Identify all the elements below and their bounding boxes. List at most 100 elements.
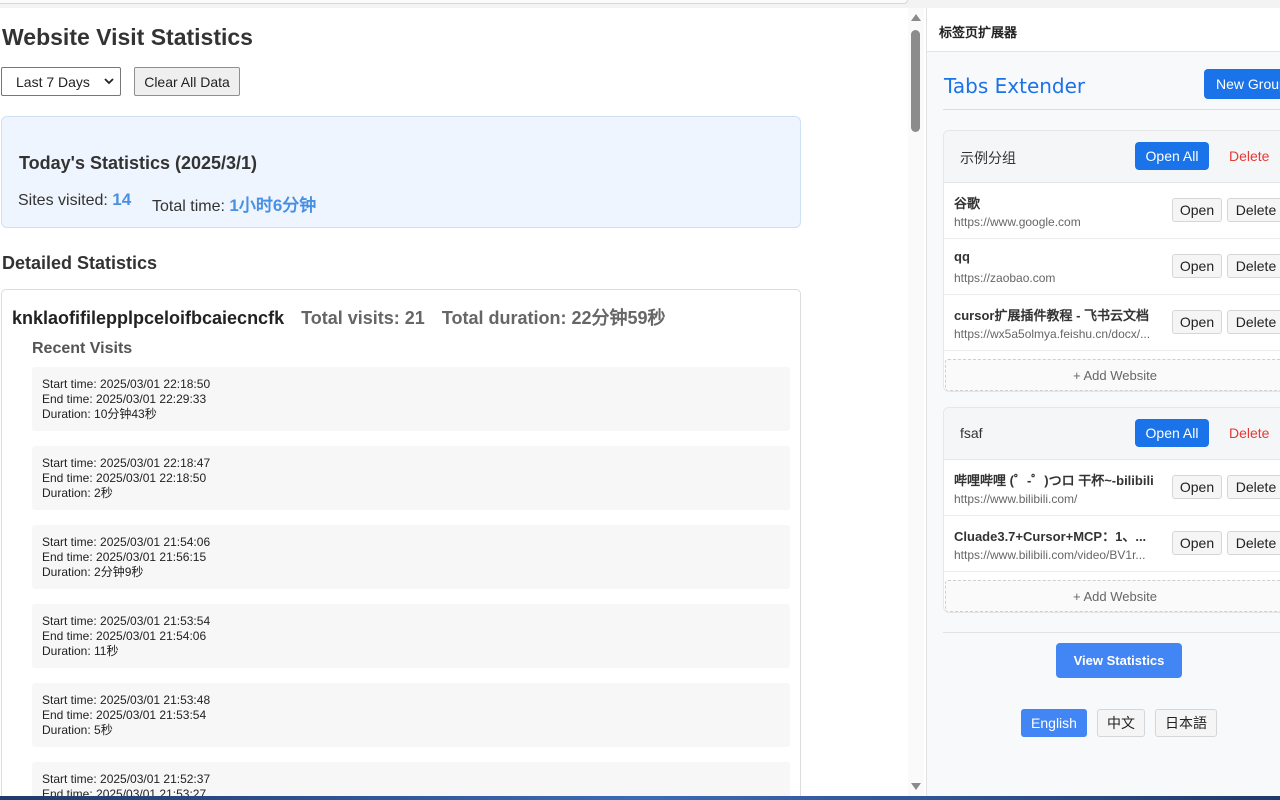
page-title: Website Visit Statistics	[2, 24, 253, 50]
site-title: Cluade3.7+Cursor+MCP：1、...	[954, 529, 1147, 544]
scroll-up-arrow-icon[interactable]	[911, 14, 921, 21]
group-header: fsaf Open All Delete	[944, 408, 1280, 460]
visit-item: Start time: 2025/03/01 21:54:06 End time…	[32, 525, 790, 589]
section-divider	[943, 632, 1280, 633]
language-japanese-button[interactable]: 日本語	[1155, 709, 1217, 737]
delete-site-button[interactable]: Delete	[1227, 254, 1280, 278]
site-title: 谷歌	[954, 196, 981, 211]
visit-end: End time: 2025/03/01 21:53:54	[42, 708, 207, 722]
scroll-down-arrow-icon[interactable]	[911, 783, 921, 790]
site-id: knklaofifilepplpceloifbcaiecncfk	[12, 308, 285, 328]
group-site-row: cursor扩展插件教程 - 飞书云文档 https://wx5a5olmya.…	[944, 295, 1280, 351]
today-statistics-card: Today's Statistics (2025/3/1) Sites visi…	[1, 116, 801, 228]
visit-end: End time: 2025/03/01 22:18:50	[42, 471, 207, 485]
view-statistics-button[interactable]: View Statistics	[1056, 643, 1182, 678]
total-time-label: Total time:	[152, 198, 230, 215]
taskbar-edge	[0, 796, 1280, 800]
open-site-button[interactable]: Open	[1172, 310, 1222, 334]
visit-item: Start time: 2025/03/01 22:18:47 End time…	[32, 446, 790, 510]
total-time-value: 1小时6分钟	[229, 196, 317, 215]
tab-edge	[0, 0, 908, 4]
site-url: https://wx5a5olmya.feishu.cn/docx/...	[954, 327, 1151, 341]
site-url: https://www.bilibili.com/	[954, 492, 1078, 506]
open-all-button[interactable]: Open All	[1135, 142, 1209, 170]
visit-item: Start time: 2025/03/01 22:18:50 End time…	[32, 367, 790, 431]
open-site-button[interactable]: Open	[1172, 475, 1222, 499]
chevron-down-icon	[104, 78, 114, 85]
tab-group: 示例分组 Open All Delete 谷歌 https://www.goog…	[943, 130, 1280, 392]
delete-site-button[interactable]: Delete	[1227, 531, 1280, 555]
visit-end: End time: 2025/03/01 21:56:15	[42, 550, 207, 564]
clear-all-data-button[interactable]: Clear All Data	[134, 67, 240, 96]
language-chinese-button[interactable]: 中文	[1097, 709, 1145, 737]
date-range-select[interactable]: Last 7 Days	[1, 67, 121, 96]
new-group-button[interactable]: New Group	[1204, 69, 1280, 99]
visit-start: Start time: 2025/03/01 22:18:47	[42, 456, 211, 470]
site-title: cursor扩展插件教程 - 飞书云文档	[954, 308, 1150, 323]
delete-group-button[interactable]: Delete	[1229, 425, 1269, 441]
open-site-button[interactable]: Open	[1172, 254, 1222, 278]
site-title: qq	[954, 249, 970, 264]
visit-end: End time: 2025/03/01 22:29:33	[42, 392, 207, 406]
visit-duration: Duration: 10分钟43秒	[42, 407, 157, 421]
visit-start: Start time: 2025/03/01 22:18:50	[42, 377, 211, 391]
site-stat-card: knklaofifilepplpceloifbcaiecncfk Total v…	[1, 289, 801, 796]
total-time: Total time: 1小时6分钟	[152, 191, 316, 216]
delete-group-button[interactable]: Delete	[1229, 148, 1269, 164]
page-scrollbar[interactable]	[908, 8, 924, 796]
delete-site-button[interactable]: Delete	[1227, 310, 1280, 334]
visit-duration: Duration: 11秒	[42, 644, 119, 658]
side-panel-title: 标签页扩展器	[939, 25, 1018, 40]
site-url: https://zaobao.com	[954, 271, 1056, 285]
visit-item: Start time: 2025/03/01 21:53:48 End time…	[32, 683, 790, 747]
visit-duration: Duration: 2分钟9秒	[42, 565, 144, 579]
visit-end: End time: 2025/03/01 21:53:27	[42, 787, 207, 796]
group-site-row: Cluade3.7+Cursor+MCP：1、... https://www.b…	[944, 516, 1280, 572]
visit-duration: Duration: 5秒	[42, 723, 113, 737]
visit-start: Start time: 2025/03/01 21:53:48	[42, 693, 211, 707]
open-site-button[interactable]: Open	[1172, 198, 1222, 222]
add-website-button[interactable]: + Add Website	[945, 580, 1280, 612]
visit-start: Start time: 2025/03/01 21:53:54	[42, 614, 211, 628]
open-site-button[interactable]: Open	[1172, 531, 1222, 555]
group-site-row: 哔哩哔哩 (゜-゜)つロ 干杯~-bilibili https://www.bi…	[944, 460, 1280, 516]
total-visits: Total visits: 21	[301, 308, 425, 328]
date-range-value: Last 7 Days	[16, 74, 90, 90]
add-website-button[interactable]: + Add Website	[945, 359, 1280, 391]
group-site-row: 谷歌 https://www.google.com Open Delete	[944, 183, 1280, 239]
detailed-statistics-title: Detailed Statistics	[2, 253, 158, 273]
recent-visits-title: Recent Visits	[32, 340, 133, 357]
site-url: https://www.google.com	[954, 215, 1081, 229]
delete-site-button[interactable]: Delete	[1227, 198, 1280, 222]
language-english-button[interactable]: English	[1021, 709, 1087, 737]
delete-site-button[interactable]: Delete	[1227, 475, 1280, 499]
group-site-row: qq https://zaobao.com Open Delete	[944, 239, 1280, 295]
sites-visited-value: 14	[112, 190, 132, 209]
group-header: 示例分组 Open All Delete	[944, 131, 1280, 183]
header-divider	[943, 109, 1280, 110]
side-panel-body: Tabs Extender New Group 示例分组 Open All De…	[927, 52, 1280, 796]
scrollbar-thumb[interactable]	[911, 30, 920, 132]
side-panel-header: 标签页扩展器	[927, 8, 1280, 52]
brand-title: Tabs Extender	[944, 74, 1086, 98]
site-stat-header: knklaofifilepplpceloifbcaiecncfk Total v…	[12, 304, 666, 330]
visit-start: Start time: 2025/03/01 21:54:06	[42, 535, 211, 549]
visit-end: End time: 2025/03/01 21:54:06	[42, 629, 207, 643]
sites-visited: Sites visited: 14	[18, 190, 131, 210]
extension-side-panel: 标签页扩展器 Tabs Extender New Group 示例分组 Open…	[926, 8, 1280, 796]
sites-visited-label: Sites visited:	[18, 192, 113, 209]
visit-item: Start time: 2025/03/01 21:53:54 End time…	[32, 604, 790, 668]
today-title: Today's Statistics (2025/3/1)	[19, 153, 258, 173]
visit-duration: Duration: 2秒	[42, 486, 113, 500]
site-url: https://www.bilibili.com/video/BV1r...	[954, 548, 1146, 562]
tab-group: fsaf Open All Delete 哔哩哔哩 (゜-゜)つロ 干杯~-bi…	[943, 407, 1280, 613]
group-name: 示例分组	[960, 150, 1016, 166]
statistics-page: Website Visit Statistics Last 7 Days Cle…	[0, 8, 908, 796]
group-name: fsaf	[960, 425, 983, 441]
visit-start: Start time: 2025/03/01 21:52:37	[42, 772, 211, 786]
visit-item: Start time: 2025/03/01 21:52:37 End time…	[32, 762, 790, 796]
open-all-button[interactable]: Open All	[1135, 419, 1209, 447]
total-duration: Total duration: 22分钟59秒	[441, 308, 666, 328]
window-top-strip	[0, 0, 1280, 8]
site-title: 哔哩哔哩 (゜-゜)つロ 干杯~-bilibili	[954, 473, 1154, 488]
